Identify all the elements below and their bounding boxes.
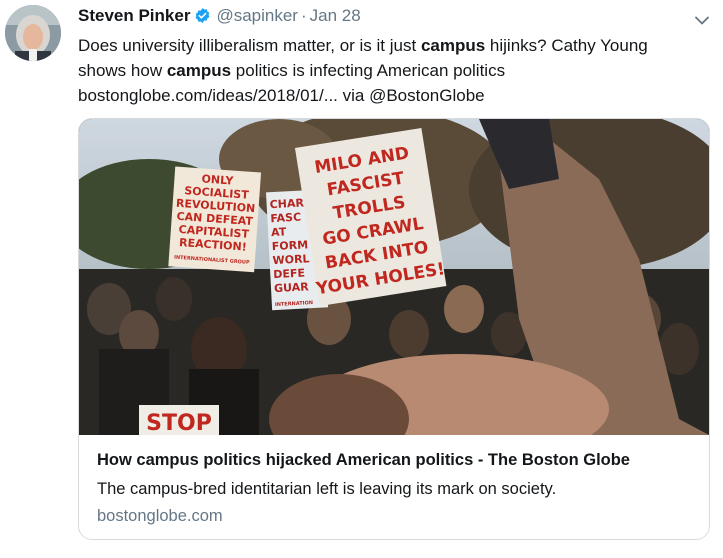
sign-text-line: GUAR xyxy=(274,280,310,295)
card-image[interactable]: ONLY SOCIALIST REVOLUTION CAN DEFEAT CAPITAL… xyxy=(79,119,709,435)
sign-text-line: CHARI xyxy=(269,196,308,211)
tweet-text: Does university illiberalism matter, or … xyxy=(78,33,698,108)
card-title[interactable]: How campus politics hijacked American po… xyxy=(97,451,630,470)
separator-dot: · xyxy=(300,6,307,25)
verified-badge-icon xyxy=(194,7,211,29)
card-description: The campus-bred identitarian left is lea… xyxy=(97,480,557,498)
tweet-header: Steven Pinker @sapinker · Jan 28 xyxy=(78,6,703,30)
chevron-down-icon[interactable] xyxy=(695,12,709,30)
card-domain: bostonglobe.com xyxy=(97,507,223,525)
tweet-date[interactable]: Jan 28 xyxy=(310,6,361,25)
tweet[interactable]: Steven Pinker @sapinker · Jan 28 Does unive… xyxy=(0,0,723,558)
sign-text-line: FORM xyxy=(272,238,309,253)
author-handle[interactable]: @sapinker xyxy=(216,6,298,25)
avatar[interactable] xyxy=(5,5,61,61)
author-name[interactable]: Steven Pinker xyxy=(78,6,190,25)
sign-text-line: FASC xyxy=(270,211,301,226)
keyword-highlight: campus xyxy=(420,36,486,55)
sign-text-line: WORL xyxy=(272,252,310,267)
keyword-highlight: campus xyxy=(166,61,232,80)
sign-text-line: DEFE xyxy=(273,266,305,281)
sign-text-line: AT xyxy=(271,225,287,239)
link-card[interactable]: ONLY SOCIALIST REVOLUTION CAN DEFEAT CAPITAL… xyxy=(78,118,710,540)
tweet-text-segment: Does university illiberalism matter, or … xyxy=(78,36,421,55)
sign-text-line: STOP xyxy=(146,411,212,435)
